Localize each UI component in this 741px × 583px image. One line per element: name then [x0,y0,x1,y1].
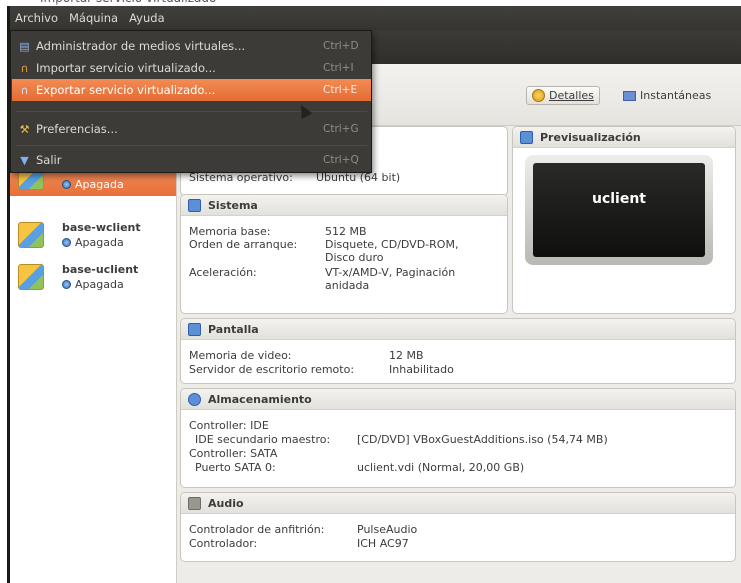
ide-port-label: IDE secundario maestro: [195,433,331,446]
audio-title: Audio [208,496,244,510]
speaker-icon [188,496,201,510]
display-header[interactable]: Pantalla [181,319,735,340]
menu-shortcut: Ctrl+G [323,123,359,135]
menubar: Archivo Máquina Ayuda [10,6,741,30]
menu-item-exit[interactable]: ▼ Salir Ctrl+Q [12,149,371,171]
storage-header[interactable]: Almacenamiento [181,389,735,410]
ide-controller: Controller: IDE [189,419,269,432]
boot-label: Orden de arranque: [189,238,298,251]
video-memory-value: 12 MB [389,349,424,362]
accel-value: VT-x/AMD-V, Paginación anidada [325,266,456,292]
power-off-icon [62,280,71,289]
menu-item-label: Administrador de medios virtuales... [36,39,246,53]
menu-item-label: Importar servicio virtualizado... [36,61,216,75]
audio-panel: Audio Controlador de anfitrión: PulseAud… [180,492,736,562]
power-off-icon [62,180,71,189]
vm-item-base-uclient[interactable]: base-uclient Apagada [10,258,176,296]
system-panel: Sistema Memoria base: 512 MB Orden de ar… [180,194,508,314]
disk-icon [188,392,201,406]
menu-item-label: Preferencias... [36,122,118,136]
export-icon: ∩ [20,83,29,97]
menu-shortcut: Ctrl+I [323,62,354,74]
remote-server-label: Servidor de escritorio remoto: [189,363,355,376]
windows-vm-icon [18,222,44,248]
menu-item-import-appliance[interactable]: ∩ Importar servicio virtualizado... Ctrl… [12,57,371,79]
sata-port-label: Puerto SATA 0: [195,461,276,474]
menu-separator [16,111,367,112]
display-title: Pantalla [208,322,259,336]
media-manager-icon: ▤ [19,39,30,53]
vm-name: base-uclient [62,263,139,276]
vm-status: Apagada [62,236,124,249]
menu-item-label: Salir [36,153,62,167]
host-driver-label: Controlador de anfitrión: [189,523,325,536]
vm-list: uclient Apagada base-wclient Apagada bas… [10,126,177,583]
chip-icon [188,198,201,212]
vm-status-text: Apagada [75,178,124,191]
snapshots-button[interactable]: Instantáneas [620,86,714,105]
snapshots-icon [623,90,636,101]
accel-label: Aceleración: [189,266,257,279]
menu-item-preferences[interactable]: ⚒ Preferencias... Ctrl+G [12,118,371,140]
vm-status-text: Apagada [75,278,124,291]
storage-title: Almacenamiento [208,392,312,406]
host-driver-value: PulseAudio [357,523,418,536]
preview-header[interactable]: Previsualización [513,127,735,148]
video-memory-label: Memoria de video: [189,349,292,362]
preview-panel: Previsualización uclient [512,126,736,314]
menu-ayuda[interactable]: Ayuda [129,11,165,25]
controller-value: ICH AC97 [357,537,409,550]
menu-item-export-appliance[interactable]: ∩ Exportar servicio virtualizado... Ctrl… [12,79,371,101]
storage-panel: Almacenamiento Controller: IDE IDE secun… [180,388,736,488]
vm-name: base-wclient [62,221,141,234]
virtualbox-window: Archivo Máquina Ayuda Detalles Instantán… [7,6,741,583]
snapshots-label: Instantáneas [640,89,712,102]
display-icon [188,322,201,336]
menu-maquina[interactable]: Máquina [69,11,118,25]
sata-controller: Controller: SATA [189,447,278,460]
display-panel: Pantalla Memoria de video: 12 MB Servido… [180,318,736,384]
vm-status: Apagada [62,178,124,191]
memory-label: Memoria base: [189,225,271,238]
preview-vm-name: uclient [591,191,647,207]
preview-frame: uclient [525,155,713,265]
menu-shortcut: Ctrl+D [323,40,359,52]
menu-item-label: Exportar servicio virtualizado... [36,83,216,97]
preview-screen: uclient [533,163,705,257]
wrench-icon: ⚒ [19,122,30,136]
mouse-cursor-icon [295,101,313,120]
boot-value: Disquete, CD/DVD-ROM, Disco duro [325,238,459,264]
preview-title: Previsualización [540,130,641,144]
menu-shortcut: Ctrl+Q [323,154,359,166]
controller-label: Controlador: [189,537,258,550]
menu-item-media-manager[interactable]: ▤ Administrador de medios virtuales... C… [12,35,371,57]
import-icon: ∩ [20,61,29,75]
menu-archivo[interactable]: Archivo [15,11,58,25]
system-header[interactable]: Sistema [181,195,507,216]
sata-port-value: uclient.vdi (Normal, 20,00 GB) [357,461,525,474]
power-off-icon [62,238,71,247]
vm-status: Apagada [62,278,124,291]
ubuntu-vm-icon [18,264,44,290]
details-label: Detalles [549,89,594,102]
vm-item-base-wclient[interactable]: base-wclient Apagada [10,216,176,254]
menu-separator [16,145,367,146]
menu-shortcut: Ctrl+E [323,84,358,96]
file-menu-dropdown: ▤ Administrador de medios virtuales... C… [10,30,372,173]
memory-value: 512 MB [325,225,367,238]
details-button[interactable]: Detalles [526,86,600,105]
ide-port-value: [CD/DVD] VBoxGuestAdditions.iso (54,74 M… [357,433,608,446]
monitor-icon [520,130,533,144]
vm-status-text: Apagada [75,236,124,249]
exit-arrow-icon: ▼ [20,153,29,167]
audio-header[interactable]: Audio [181,493,735,514]
details-icon [532,89,545,102]
system-title: Sistema [208,198,258,212]
remote-server-value: Inhabilitado [389,363,454,376]
